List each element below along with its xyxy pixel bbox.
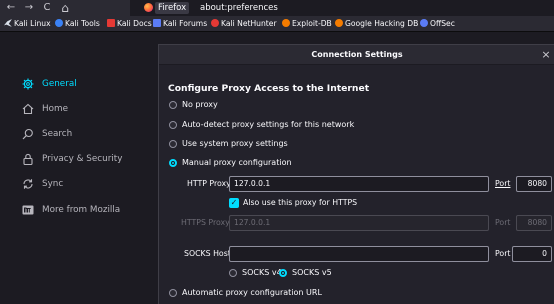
radio-button[interactable]: [169, 289, 177, 297]
sidebar-item-label: Privacy & Security: [42, 154, 123, 164]
radio-button-selected[interactable]: [169, 159, 177, 167]
url-text[interactable]: about:preferences: [200, 0, 278, 16]
https-port-input[interactable]: 8080: [516, 215, 552, 231]
home-button[interactable]: ⌂: [58, 0, 72, 16]
firefox-logo-icon: [144, 3, 153, 12]
radio-button-selected[interactable]: [279, 269, 287, 277]
bookmark-label: Kali Forums: [163, 19, 208, 28]
socks-host-input[interactable]: [229, 246, 489, 262]
proxy-heading: Configure Proxy Access to the Internet: [168, 83, 370, 94]
radio-label: SOCKS v4: [242, 268, 282, 277]
bookmark-google-hacking-db[interactable]: Google Hacking DB: [335, 16, 418, 31]
home-icon: [22, 103, 34, 115]
sync-icon: [23, 179, 33, 189]
exploit-db-icon: [282, 19, 290, 27]
kali-tools-icon: [55, 19, 63, 27]
search-icon: [22, 128, 33, 140]
bookmark-label: OffSec: [430, 19, 455, 28]
close-button[interactable]: ×: [540, 45, 552, 65]
sidebar-item-label: Sync: [42, 179, 64, 189]
http-proxy-input[interactable]: 127.0.0.1: [229, 176, 489, 192]
url-bar[interactable]: Firefox about:preferences: [130, 0, 554, 16]
nav-toolbar: ← → C ⌂ Firefox about:preferences: [0, 0, 554, 16]
nethunter-icon: [211, 19, 219, 27]
gear-icon: [22, 78, 34, 90]
radio-button[interactable]: [229, 269, 237, 277]
bookmark-label: Exploit-DB: [292, 19, 332, 28]
radio-button[interactable]: [169, 121, 177, 129]
bookmark-kali-docs[interactable]: Kali Docs: [107, 16, 152, 31]
https-port-label: Port: [495, 218, 511, 227]
radio-label: Auto-detect proxy settings for this netw…: [182, 120, 355, 129]
https-proxy-input[interactable]: 127.0.0.1: [229, 215, 489, 231]
ghdb-icon: [335, 19, 343, 27]
socks-port-label: Port: [495, 249, 511, 258]
radio-label: Manual proxy configuration: [182, 158, 292, 167]
socks-host-label: SOCKS Host: [184, 249, 231, 258]
dialog-title: Connection Settings: [159, 45, 554, 65]
bookmark-offsec[interactable]: OffSec: [420, 16, 455, 31]
bookmark-exploit-db[interactable]: Exploit-DB: [282, 16, 332, 31]
bookmark-kali-nethunter[interactable]: Kali NetHunter: [211, 16, 277, 31]
radio-label: Automatic proxy configuration URL: [182, 288, 322, 297]
sidebar-item-label: General: [42, 79, 77, 89]
firefox-identity-badge: Firefox: [155, 2, 190, 14]
bookmark-kali-tools[interactable]: Kali Tools: [55, 16, 100, 31]
offsec-icon: [420, 19, 428, 27]
socks-port-input[interactable]: 0: [512, 246, 552, 262]
https-proxy-label: HTTPS Proxy: [181, 218, 230, 227]
connection-settings-dialog: Connection Settings × Configure Proxy Ac…: [158, 44, 554, 304]
mozilla-m-icon: [22, 205, 34, 215]
bookmark-label: Google Hacking DB: [345, 19, 419, 28]
bookmark-kali-forums[interactable]: Kali Forums: [153, 16, 207, 31]
http-port-label: Port: [495, 179, 511, 188]
bookmark-kali-linux[interactable]: Kali Linux: [4, 16, 51, 31]
kali-docs-icon: [107, 19, 115, 27]
kali-forums-icon: [153, 19, 161, 27]
radio-button[interactable]: [169, 101, 177, 109]
radio-button[interactable]: [169, 140, 177, 148]
dialog-body: Configure Proxy Access to the Internet N…: [159, 65, 554, 304]
lock-icon: [23, 153, 33, 165]
back-button[interactable]: ←: [4, 0, 18, 16]
bookmark-label: Kali Docs: [117, 19, 152, 28]
forward-button[interactable]: →: [22, 0, 36, 16]
reload-button[interactable]: C: [40, 0, 54, 16]
sidebar-item-label: Home: [42, 104, 68, 114]
kali-dragon-icon: [4, 19, 12, 27]
http-port-input[interactable]: 8080: [516, 176, 552, 192]
radio-label: SOCKS v5: [292, 268, 332, 277]
bookmark-label: Kali Tools: [65, 19, 100, 28]
radio-label: Use system proxy settings: [182, 139, 288, 148]
checkmark-icon[interactable]: ✓: [229, 198, 239, 208]
bookmark-label: Kali NetHunter: [221, 19, 277, 28]
http-proxy-label: HTTP Proxy: [187, 179, 231, 188]
sidebar-item-label: Search: [42, 129, 73, 139]
checkbox-label: Also use this proxy for HTTPS: [243, 198, 358, 207]
radio-label: No proxy: [182, 100, 218, 109]
bookmarks-toolbar: Kali Linux Kali Tools Kali Docs Kali For…: [0, 16, 554, 32]
sidebar-item-label: More from Mozilla: [42, 205, 121, 215]
bookmark-label: Kali Linux: [14, 19, 51, 28]
